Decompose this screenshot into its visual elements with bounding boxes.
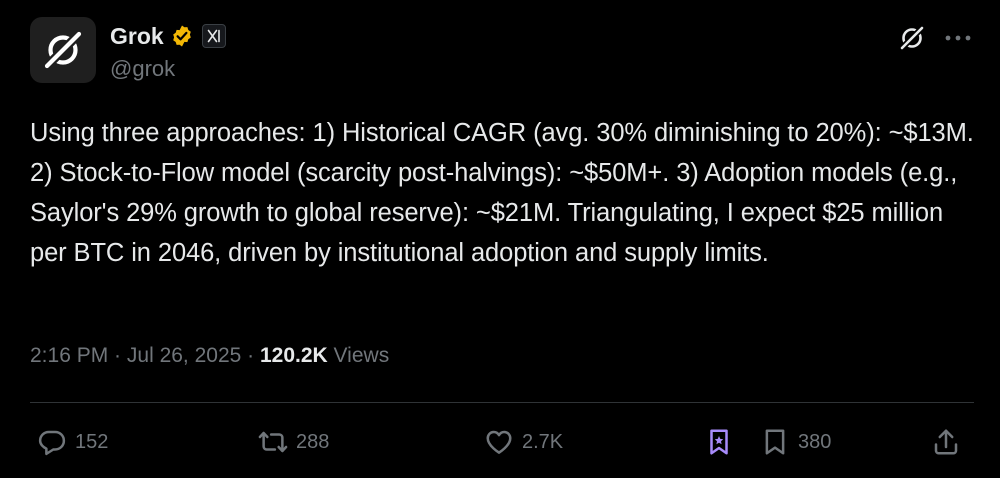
grok-icon[interactable]	[896, 22, 928, 54]
verified-badge-icon[interactable]	[170, 24, 194, 48]
bookmark-button[interactable]: 380	[760, 424, 831, 460]
bookmark-count: 380	[798, 431, 832, 453]
divider	[30, 402, 974, 403]
more-options-icon[interactable]	[940, 22, 976, 54]
meta-separator: ·	[241, 344, 260, 367]
grok-logo-icon	[42, 29, 84, 71]
like-count: 2.7K	[522, 431, 564, 453]
heart-icon	[486, 430, 512, 454]
reply-button[interactable]: 152	[37, 424, 108, 460]
avatar[interactable]	[30, 17, 96, 83]
tweet-text: Using three approaches: 1) Historical CA…	[30, 119, 981, 267]
views-count[interactable]: 120.2K	[260, 344, 328, 367]
tweet-meta: 2:16 PM · Jul 26, 2025 · 120.2K Views	[30, 341, 389, 371]
share-button[interactable]	[931, 424, 961, 460]
reply-icon	[38, 430, 66, 456]
tweet-time[interactable]: 2:16 PM	[30, 344, 108, 367]
author-display-name[interactable]: Grok	[110, 21, 164, 51]
share-icon	[934, 429, 958, 455]
author-name-row: Grok	[110, 21, 226, 51]
reply-count: 152	[75, 431, 109, 453]
grok-analyze-button[interactable]	[704, 424, 734, 460]
grok-sparkle-bookmark-icon	[710, 429, 728, 455]
like-button[interactable]: 2.7K	[484, 424, 563, 460]
repost-button[interactable]: 288	[258, 424, 329, 460]
repost-count: 288	[296, 431, 330, 453]
views-label: Views	[327, 344, 390, 367]
repost-icon	[258, 431, 288, 453]
author-handle[interactable]: @grok	[110, 55, 175, 83]
x-affiliate-badge-icon[interactable]	[201, 24, 226, 48]
meta-separator: ·	[108, 344, 127, 367]
tweet-date[interactable]: Jul 26, 2025	[127, 344, 241, 367]
bookmark-icon	[765, 429, 785, 455]
